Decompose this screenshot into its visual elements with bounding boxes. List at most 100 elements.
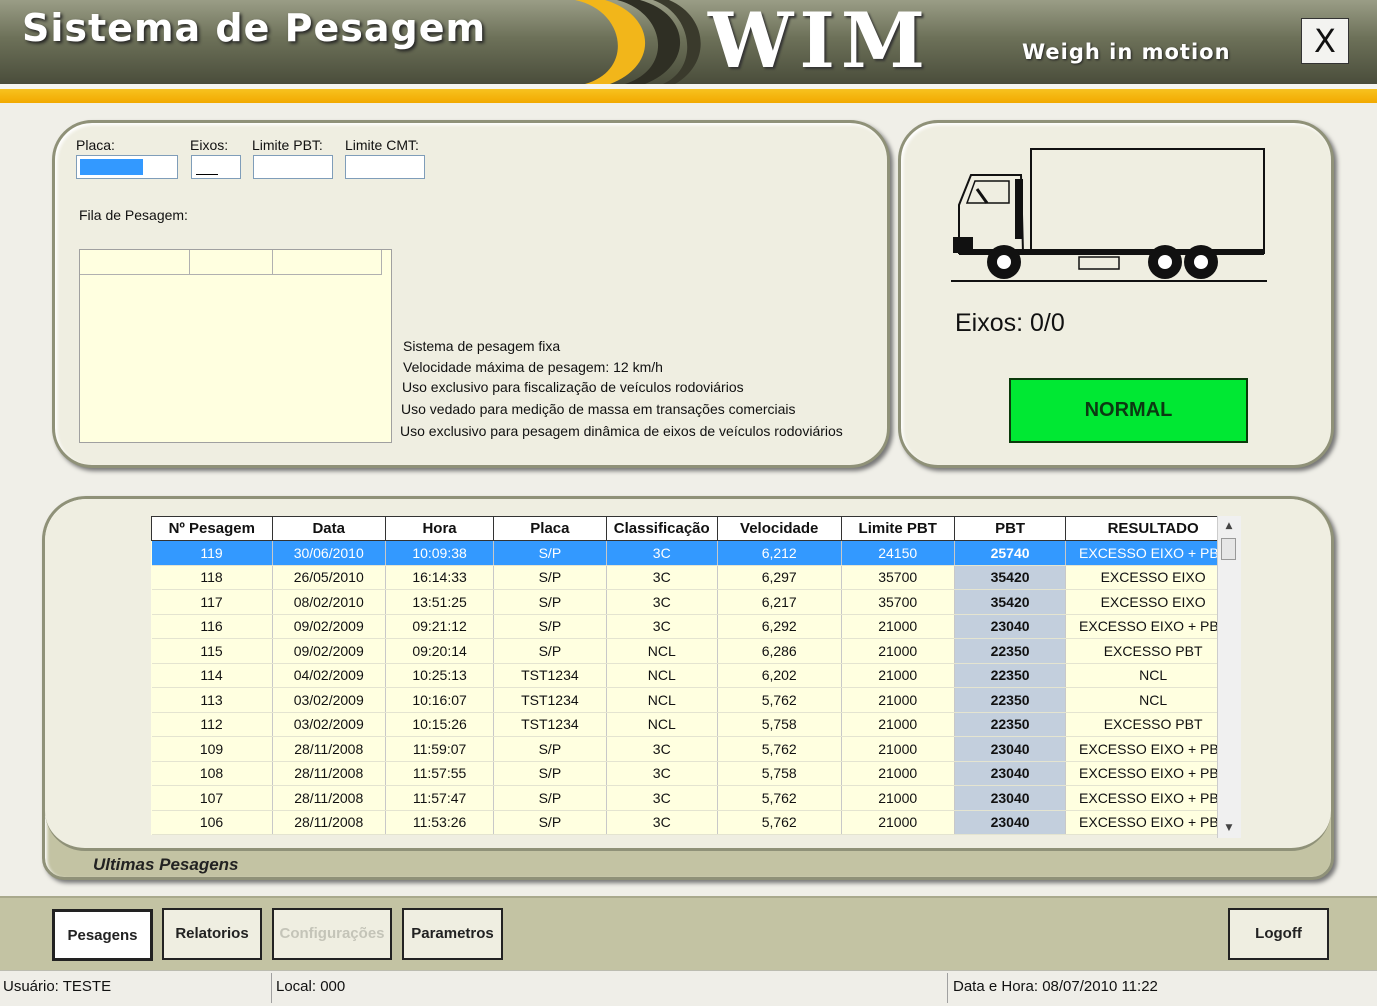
table-row[interactable]: 119 30/06/2010 10:09:38 S/P 3C 6,212 24150 2574… [151,540,1241,566]
table-cell: 08/02/2010 [272,589,386,615]
placa-label: Placa: [76,137,115,153]
table-cell: EXCESSO PBT [1065,712,1241,737]
close-button[interactable]: X [1301,18,1349,64]
queue-list-header [80,250,382,275]
table-cell: S/P [493,638,607,664]
table-cell: 112 [151,712,273,737]
table-container: Nº Pesagem Data Hora Placa Classificação… [45,499,1331,851]
table-cell: 23040 [954,761,1067,786]
table-cell: 11:57:55 [385,761,495,786]
datetime-status: Data e Hora: 08/07/2010 11:22 [953,978,1158,995]
table-cell: 3C [606,589,718,615]
table-cell: TST1234 [493,663,607,688]
table-row[interactable]: 114 04/02/2009 10:25:13 TST1234 NCL 6,202 2100… [151,663,1241,688]
table-cell: 26/05/2010 [272,565,386,590]
table-cell: TST1234 [493,687,607,713]
table-cell: 28/11/2008 [272,761,386,786]
table-row[interactable]: 118 26/05/2010 16:14:33 S/P 3C 6,297 35700 3542… [151,565,1241,590]
queue-column-2[interactable] [190,250,273,274]
queue-column-1[interactable] [80,250,190,274]
table-cell: 10:16:07 [385,687,495,713]
table-cell: EXCESSO EIXO + PBT [1065,614,1241,639]
app-header: Sistema de Pesagem WIM Weigh in motion X [0,0,1377,84]
table-cell: 23040 [954,614,1067,639]
column-header[interactable]: Classificação [605,516,718,541]
table-cell: NCL [606,712,718,737]
limite-cmt-label: Limite CMT: [345,137,419,153]
scroll-thumb[interactable] [1221,538,1236,560]
scroll-down-icon[interactable]: ▼ [1222,821,1236,835]
table-cell: 3C [606,810,718,835]
logoff-button[interactable]: Logoff [1228,908,1329,960]
queue-column-3[interactable] [273,250,382,274]
table-cell: EXCESSO EIXO + PBT [1065,761,1241,786]
table-cell: S/P [493,810,607,835]
table-cell: 21000 [841,663,955,688]
table-cell: 119 [151,540,273,566]
info-line: Uso exclusivo para fiscalização de veícu… [402,379,744,395]
limite-pbt-input[interactable] [253,155,333,179]
table-row[interactable]: 108 28/11/2008 11:57:55 S/P 3C 5,758 21000 2304… [151,761,1241,786]
table-row[interactable]: 109 28/11/2008 11:59:07 S/P 3C 5,762 21000 2304… [151,736,1241,762]
column-header[interactable]: Nº Pesagem [151,516,273,541]
table-cell: 5,762 [717,736,842,762]
status-bar: Usuário: TESTE Local: 000 Data e Hora: 0… [0,970,1377,1006]
parametros-button[interactable]: Parametros [402,908,503,960]
table-cell: 115 [151,638,273,664]
table-row[interactable]: 115 09/02/2009 09:20:14 S/P NCL 6,286 21000 223… [151,638,1241,664]
table-cell: NCL [606,687,718,713]
table-row[interactable]: 106 28/11/2008 11:53:26 S/P 3C 5,762 21000 2304… [151,810,1241,835]
eixos-label: Eixos: [190,137,229,153]
configuracoes-button[interactable]: Configurações [272,908,392,960]
column-header[interactable]: Data [271,516,386,541]
table-cell: 117 [151,589,273,615]
table-cell: 10:09:38 [385,540,495,566]
eixos-input[interactable] [191,155,241,179]
table-cell: 21000 [841,810,955,835]
table-row[interactable]: 117 08/02/2010 13:51:25 S/P 3C 6,217 35700 3542… [151,589,1241,615]
table-row[interactable]: 113 03/02/2009 10:16:07 TST1234 NCL 5,762 2100… [151,687,1241,713]
table-cell: EXCESSO EIXO + PBT [1065,785,1241,811]
table-cell: 35700 [841,565,955,590]
table-cell: 3C [606,785,718,811]
info-line: Uso vedado para medição de massa em tran… [401,401,796,417]
table-cell: S/P [493,589,607,615]
weighings-table[interactable]: Nº Pesagem Data Hora Placa Classificação… [151,516,1241,835]
truck-icon [951,148,1267,282]
column-header[interactable]: Placa [493,516,607,541]
table-cell: 11:53:26 [385,810,495,835]
table-row[interactable]: 107 28/11/2008 11:57:47 S/P 3C 5,762 21000 2304… [151,785,1241,811]
table-cell: S/P [493,614,607,639]
table-cell: NCL [606,638,718,664]
table-cell: 28/11/2008 [272,785,386,811]
table-cell: EXCESSO EIXO + PBT [1065,810,1241,835]
recent-weighings-panel: Nº Pesagem Data Hora Placa Classificação… [42,496,1334,880]
scroll-up-icon[interactable]: ▲ [1222,519,1236,533]
table-row[interactable]: 116 09/02/2009 09:21:12 S/P 3C 6,292 21000 2304… [151,614,1241,639]
table-cell: 3C [606,736,718,762]
table-scrollbar[interactable]: ▲ ▼ [1217,516,1241,838]
weighing-queue-list[interactable] [79,249,392,443]
table-cell: 3C [606,761,718,786]
column-header[interactable]: RESULTADO [1065,516,1241,541]
placa-input[interactable] [76,155,178,179]
table-cell: 09/02/2009 [272,638,386,664]
table-row[interactable]: 112 03/02/2009 10:15:26 TST1234 NCL 5,758 2100… [151,712,1241,737]
limite-cmt-input[interactable] [345,155,425,179]
pesagens-button[interactable]: Pesagens [52,909,153,961]
column-header[interactable]: PBT [953,516,1067,541]
column-header[interactable]: Hora [384,516,495,541]
table-cell: EXCESSO PBT [1065,638,1241,664]
table-cell: NCL [1065,687,1241,713]
column-header[interactable]: Velocidade [716,516,842,541]
table-cell: 23040 [954,736,1067,762]
table-cell: 11:59:07 [385,736,495,762]
column-header[interactable]: Limite PBT [840,516,955,541]
table-cell: 21000 [841,712,955,737]
weighing-form-panel: Placa: Eixos: Limite PBT: Limite CMT: Fi… [52,120,890,468]
user-status: Usuário: TESTE [3,978,112,995]
table-cell: 5,758 [717,761,842,786]
relatorios-button[interactable]: Relatorios [162,908,262,960]
table-cell: 21000 [841,614,955,639]
table-cell: 109 [151,736,273,762]
